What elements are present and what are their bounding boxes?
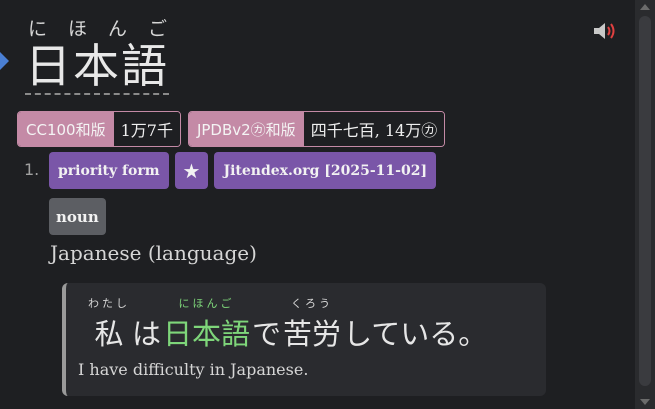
- ruby-base: は: [132, 317, 162, 351]
- speaker-icon[interactable]: [592, 20, 618, 42]
- headword-reading: に ほ ん ご: [25, 14, 169, 41]
- ruby-segment: で: [252, 295, 281, 353]
- ruby-segment: は: [132, 295, 161, 353]
- sense-tags: priority form ★ Jitendex.org [2025-11-02…: [49, 152, 437, 189]
- star-icon[interactable]: ★: [174, 152, 209, 189]
- frequency-value: 四千七百, 14万㋕: [303, 112, 445, 146]
- definition-gloss: Japanese (language): [50, 241, 257, 265]
- frequency-tag-cc100[interactable]: CC100和版 1万7千: [17, 111, 181, 147]
- ruby-base: している。: [343, 317, 488, 351]
- priority-form-tag[interactable]: priority form: [49, 152, 169, 189]
- frequency-tag-jpdb[interactable]: JPDBv2㋕和版 四千七百, 14万㋕: [187, 111, 446, 147]
- reading-char: に: [28, 18, 48, 40]
- ruby-base: 日本語: [163, 317, 251, 351]
- ruby-base: 私: [94, 317, 124, 351]
- headword-term[interactable]: 日本語: [25, 41, 169, 95]
- reading-char: ん: [108, 18, 128, 40]
- ruby-text: わたし: [88, 297, 130, 310]
- reading-char: ご: [148, 18, 168, 40]
- scroll-up-arrow-icon[interactable]: [640, 4, 650, 10]
- example-sentence-box: わたし 私 は にほんご 日本語 で くろう 苦労 している。 I have d…: [62, 283, 546, 396]
- ruby-segment: している。: [343, 295, 487, 353]
- reading-char: ほ: [68, 18, 88, 40]
- example-translation: I have difficulty in Japanese.: [78, 360, 309, 379]
- highlighted-headword-segment: にほんご 日本語: [163, 295, 250, 353]
- ruby-text: にほんご: [178, 297, 235, 310]
- frequency-dictionary-label: JPDBv2㋕和版: [188, 112, 304, 146]
- ruby-segment: くろう 苦労: [283, 295, 341, 353]
- sense-number: 1.: [24, 160, 40, 179]
- frequency-dictionary-label: CC100和版: [18, 112, 114, 146]
- ruby-text: くろう: [291, 297, 334, 310]
- scrollbar-thumb[interactable]: [639, 16, 651, 386]
- example-japanese: わたし 私 は にほんご 日本語 で くろう 苦労 している。: [88, 295, 489, 353]
- frequency-value: 1万7千: [113, 112, 180, 146]
- ruby-segment: わたし 私: [88, 295, 130, 353]
- ruby-base: 苦労: [283, 317, 342, 351]
- part-of-speech-tag[interactable]: noun: [49, 198, 106, 235]
- headword: に ほ ん ご 日本語: [25, 14, 169, 95]
- scrollbar[interactable]: [635, 0, 655, 409]
- ruby-base: で: [252, 317, 282, 351]
- frequency-tags: CC100和版 1万7千 JPDBv2㋕和版 四千七百, 14万㋕: [17, 111, 446, 147]
- current-entry-marker-icon: [0, 52, 9, 70]
- dictionary-tag[interactable]: Jitendex.org [2025-11-02]: [214, 152, 437, 189]
- scroll-down-arrow-icon[interactable]: [640, 399, 650, 405]
